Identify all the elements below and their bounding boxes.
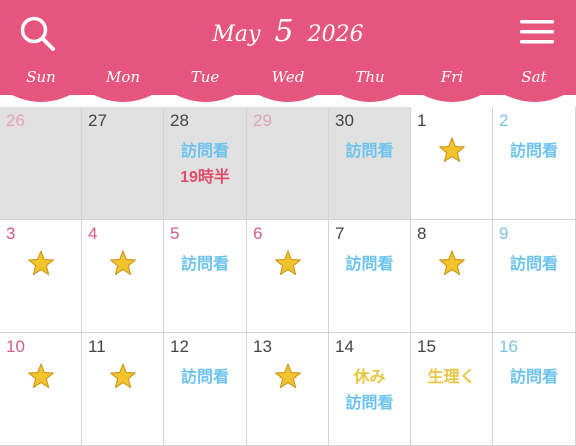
day-number: 3 [6,224,16,243]
event-label: 訪問看 [345,143,394,160]
day-cell[interactable]: 29 [247,107,329,220]
day-number: 8 [417,224,427,243]
day-number: 6 [253,224,263,243]
star-icon [28,363,54,389]
weekday-label: Mon [105,68,141,86]
star-icon [110,363,136,389]
day-cell[interactable]: 27 [82,107,164,220]
day-cell[interactable]: 12 訪問看 [164,333,247,446]
star-icon [439,250,465,276]
day-number: 13 [253,337,272,356]
event-label: 生理く [427,369,476,386]
event-label: 訪問看 [509,143,558,160]
day-cell[interactable]: 1 [411,107,493,220]
day-number: 7 [335,224,345,243]
event-label: 訪問看 [509,256,558,273]
weekday-label: Fri [440,68,464,86]
day-number: 26 [6,111,25,130]
weekday-label: Wed [271,68,305,86]
star-icon [110,250,136,276]
event-label: 訪問看 [345,256,394,273]
month-title[interactable]: May 5 2026 [0,14,576,49]
day-number: 16 [499,337,518,356]
star-icon [275,363,301,389]
scallop [164,88,247,102]
day-cell[interactable]: 3 [0,220,82,333]
day-cell[interactable]: 2 訪問看 [493,107,576,220]
day-number: 29 [253,111,272,130]
day-number: 5 [170,224,180,243]
weekday-label: Sat [521,68,547,86]
day-cell[interactable]: 30 訪問看 [329,107,411,220]
day-number: 1 [417,111,427,130]
day-number: 12 [170,337,189,356]
menu-button[interactable] [518,18,558,48]
star-icon [28,250,54,276]
day-number: 9 [499,224,509,243]
day-cell[interactable]: 9 訪問看 [493,220,576,333]
scallop [82,88,164,102]
event-label: 休み [353,369,386,386]
day-number: 15 [417,337,436,356]
hamburger-menu-icon [520,20,554,44]
day-number: 2 [499,111,509,130]
event-label: 訪問看 [180,369,229,386]
day-number: 28 [170,111,189,130]
title-year: 2026 [307,22,364,47]
star-icon [439,137,465,163]
day-cell[interactable]: 8 [411,220,493,333]
day-cell[interactable]: 15 生理く [411,333,493,446]
event-label: 訪問看 [180,143,229,160]
day-number: 10 [6,337,25,356]
event-label: 訪問看 [509,369,558,386]
day-cell[interactable]: 16 訪問看 [493,333,576,446]
day-cell[interactable]: 11 [82,333,164,446]
day-cell[interactable]: 28 訪問看 19時半 [164,107,247,220]
event-label: 訪問看 [345,395,394,412]
day-cell[interactable]: 4 [82,220,164,333]
day-cell[interactable]: 13 [247,333,329,446]
day-number: 4 [88,224,98,243]
event-label: 19時半 [180,169,230,186]
day-cell[interactable]: 10 [0,333,82,446]
day-cell[interactable]: 26 [0,107,82,220]
day-cell[interactable]: 6 [247,220,329,333]
scallop [247,88,329,102]
star-icon [275,250,301,276]
day-number: 14 [335,337,354,356]
scallop [493,88,576,102]
scallop [329,88,411,102]
day-cell[interactable]: 14 休み訪問看 [329,333,411,446]
event-label: 訪問看 [180,256,229,273]
scallop [411,88,493,102]
day-number: 11 [88,337,106,356]
day-cell[interactable]: 7 訪問看 [329,220,411,333]
weekday-label: Tue [190,68,220,86]
day-cell[interactable]: 5 訪問看 [164,220,247,333]
title-month: May [212,22,261,47]
scallop [0,88,82,102]
title-day: 5 [274,14,294,49]
day-number: 27 [88,111,107,130]
day-number: 30 [335,111,354,130]
weekday-label: Thu [355,68,385,86]
weekday-label: Sun [26,68,56,86]
